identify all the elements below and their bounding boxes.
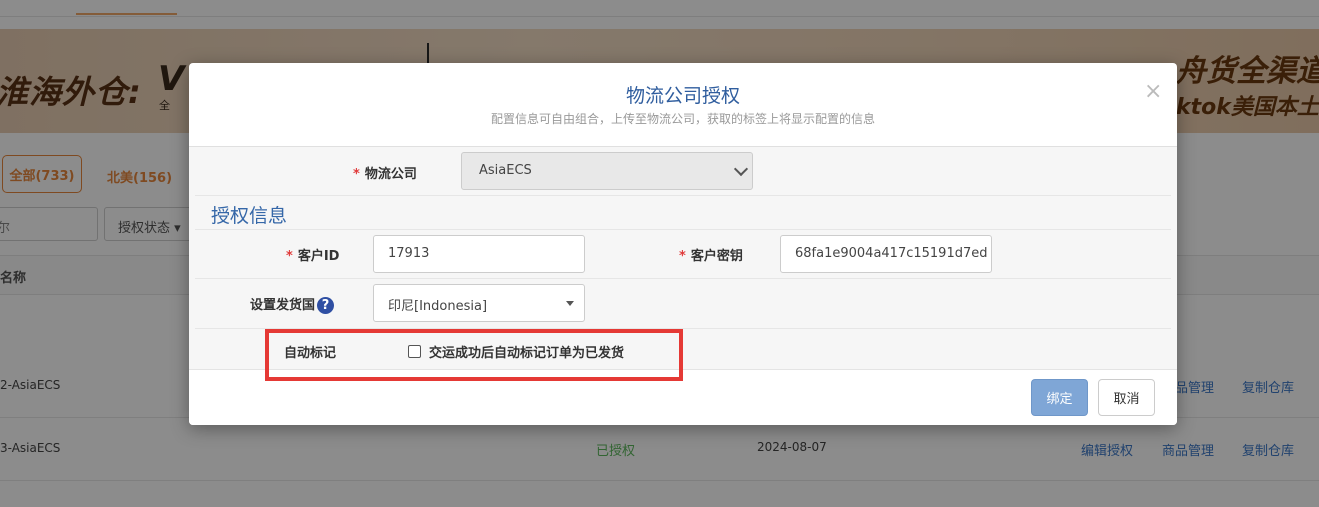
required-asterisk: * (679, 249, 686, 264)
close-icon[interactable]: × (1144, 79, 1162, 104)
annotation-highlight-box (265, 329, 683, 381)
section-title: 授权信息 (211, 205, 288, 227)
bind-button[interactable]: 绑定 (1031, 379, 1088, 416)
required-asterisk: * (286, 249, 293, 264)
chevron-down-icon (733, 161, 749, 177)
auth-info-section: 授权信息 (195, 196, 1171, 230)
modal-header: 物流公司授权 配置信息可自由组合，上传至物流公司，获取的标签上将显示配置的信息 … (189, 63, 1177, 147)
carrier-select-value: AsiaECS (479, 163, 532, 178)
customer-key-input[interactable]: 68fa1e9004a417c15191d7ed (780, 235, 992, 273)
required-asterisk: * (353, 167, 360, 182)
customer-key-label: * 客户密钥 (679, 249, 743, 264)
ship-country-select[interactable]: 印尼[Indonesia] (373, 284, 585, 322)
cancel-button[interactable]: 取消 (1098, 379, 1155, 416)
ship-country-value: 印尼[Indonesia] (388, 299, 488, 314)
ship-country-row: 设置发货国? 印尼[Indonesia] (195, 279, 1171, 329)
carrier-select[interactable]: AsiaECS (461, 152, 753, 190)
modal-subtitle: 配置信息可自由组合，上传至物流公司，获取的标签上将显示配置的信息 (490, 112, 875, 126)
caret-down-icon (566, 301, 574, 306)
carrier-row: * 物流公司 AsiaECS (195, 147, 1171, 196)
carrier-label: * 物流公司 (353, 167, 417, 182)
customer-id-input[interactable]: 17913 (373, 235, 585, 273)
credentials-row: * 客户ID 17913 * 客户密钥 68fa1e9004a417c15191d7… (195, 230, 1171, 279)
help-icon[interactable]: ? (317, 297, 335, 314)
customer-id-label: * 客户ID (286, 249, 340, 264)
ship-country-label: 设置发货国? (250, 294, 335, 314)
modal-title: 物流公司授权 (625, 85, 740, 107)
